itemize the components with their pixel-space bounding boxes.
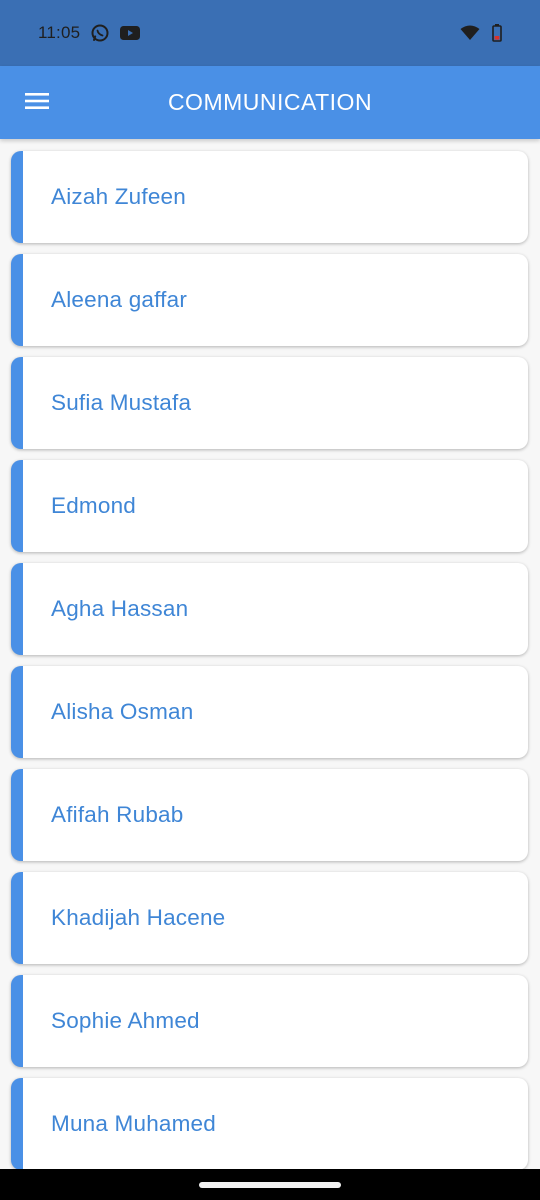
page-title: COMMUNICATION bbox=[167, 89, 373, 115]
contact-card[interactable]: Khadijah Hacene bbox=[11, 872, 528, 964]
navigation-bar bbox=[0, 1169, 540, 1200]
app-screen: 11:05 COMMUNICATION Aizah Zufeen Aleena … bbox=[0, 0, 540, 1200]
contact-card[interactable]: Muna Muhamed bbox=[11, 1078, 528, 1169]
status-bar: 11:05 bbox=[0, 0, 540, 66]
contact-card[interactable]: Aizah Zufeen bbox=[11, 151, 528, 243]
contact-name: Aizah Zufeen bbox=[51, 184, 186, 209]
status-time: 11:05 bbox=[38, 23, 81, 42]
contact-name: Aleena gaffar bbox=[51, 287, 188, 312]
contact-name: Sophie Ahmed bbox=[51, 1008, 200, 1033]
contact-name: Edmond bbox=[51, 493, 137, 518]
contact-card[interactable]: Alisha Osman bbox=[11, 666, 528, 758]
contact-list: Aizah Zufeen Aleena gaffar Sufia Mustafa Ed… bbox=[0, 139, 540, 1169]
app-bar: COMMUNICATION bbox=[0, 66, 540, 139]
youtube-icon bbox=[120, 26, 141, 40]
status-right bbox=[460, 24, 502, 42]
hamburger-menu-icon bbox=[25, 92, 49, 110]
contact-card[interactable]: Afifah Rubab bbox=[11, 769, 528, 861]
contact-name: Alisha Osman bbox=[51, 699, 194, 724]
contact-card[interactable]: Sophie Ahmed bbox=[11, 975, 528, 1067]
home-indicator[interactable] bbox=[199, 1181, 341, 1188]
contact-card[interactable]: Aleena gaffar bbox=[11, 254, 528, 346]
whatsapp-icon bbox=[90, 23, 110, 43]
contact-name: Khadijah Hacene bbox=[51, 905, 226, 930]
contact-card[interactable]: Edmond bbox=[11, 460, 528, 552]
contact-name: Agha Hassan bbox=[51, 596, 189, 621]
battery-icon bbox=[492, 24, 502, 42]
menu-button[interactable] bbox=[14, 78, 60, 124]
contact-card[interactable]: Sufia Mustafa bbox=[11, 357, 528, 449]
contact-name: Afifah Rubab bbox=[51, 802, 184, 827]
contact-card[interactable]: Agha Hassan bbox=[11, 563, 528, 655]
contact-name: Muna Muhamed bbox=[51, 1111, 216, 1136]
contact-name: Sufia Mustafa bbox=[51, 390, 192, 415]
status-left: 11:05 bbox=[38, 23, 141, 43]
wifi-icon bbox=[460, 25, 480, 41]
